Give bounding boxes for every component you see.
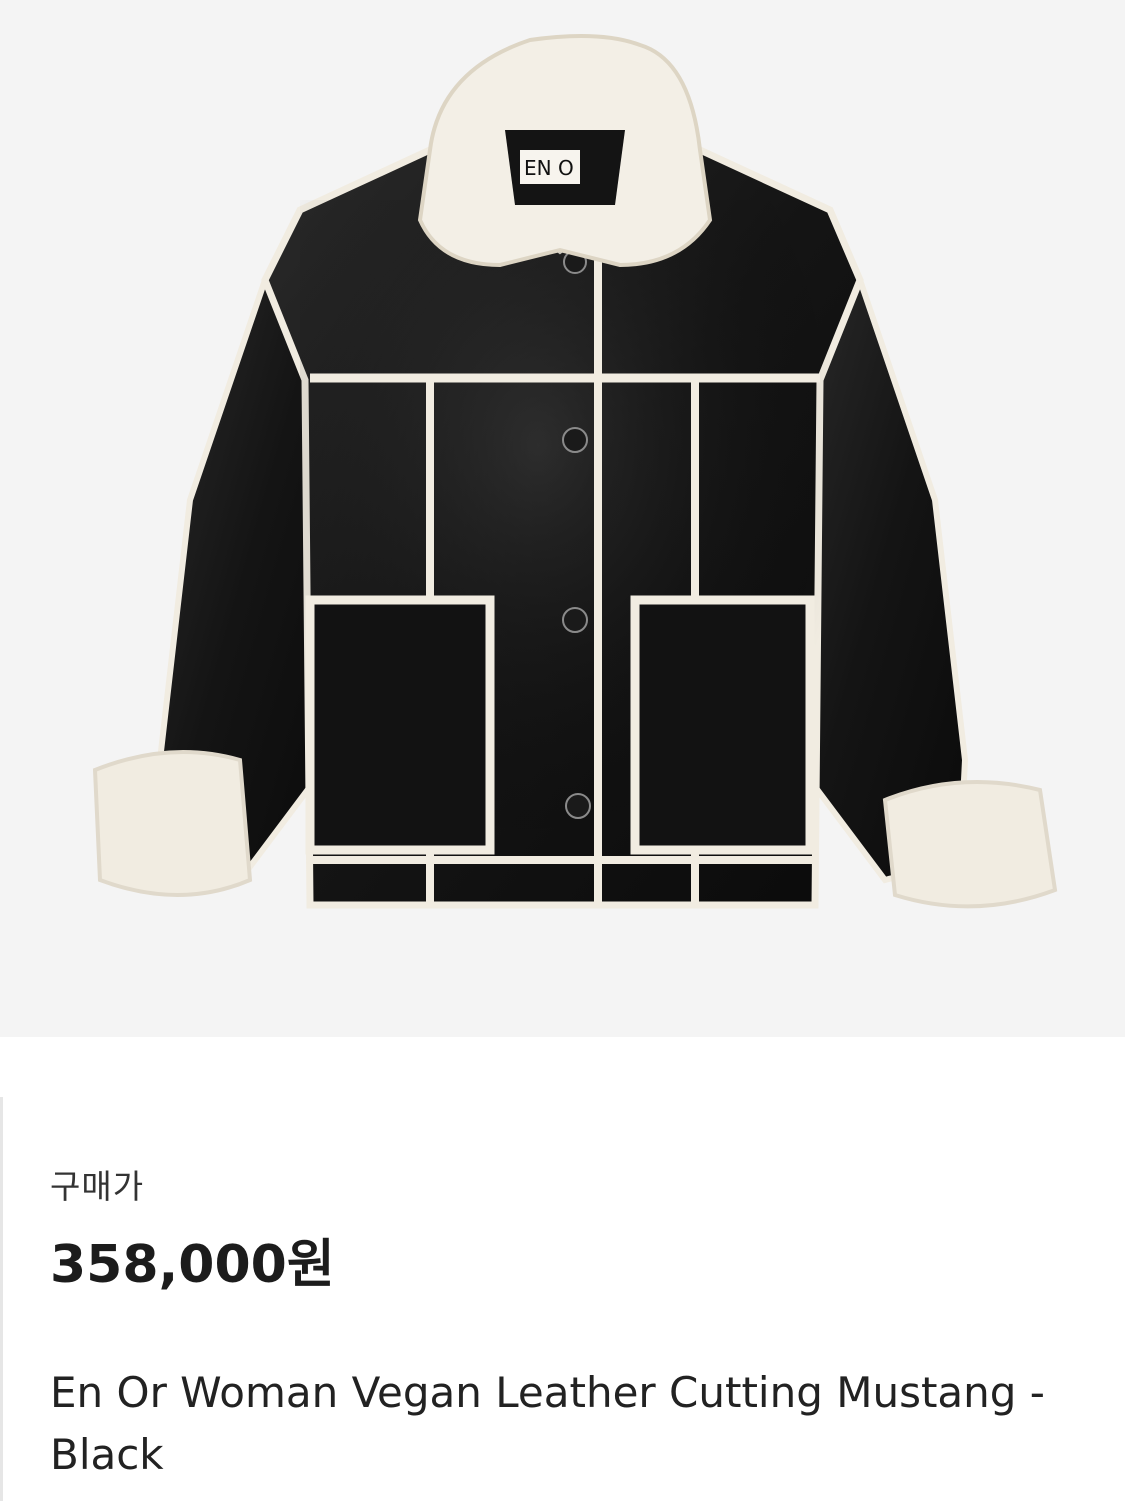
price-value: 358,000원	[50, 1235, 335, 1295]
brand-label: EN O	[524, 156, 574, 180]
product-image[interactable]: EN O	[0, 0, 1125, 1037]
price-label: 구매가	[50, 1167, 145, 1206]
divider	[0, 1097, 3, 1501]
product-title: En Or Woman Vegan Leather Cutting Mustan…	[50, 1368, 1045, 1479]
